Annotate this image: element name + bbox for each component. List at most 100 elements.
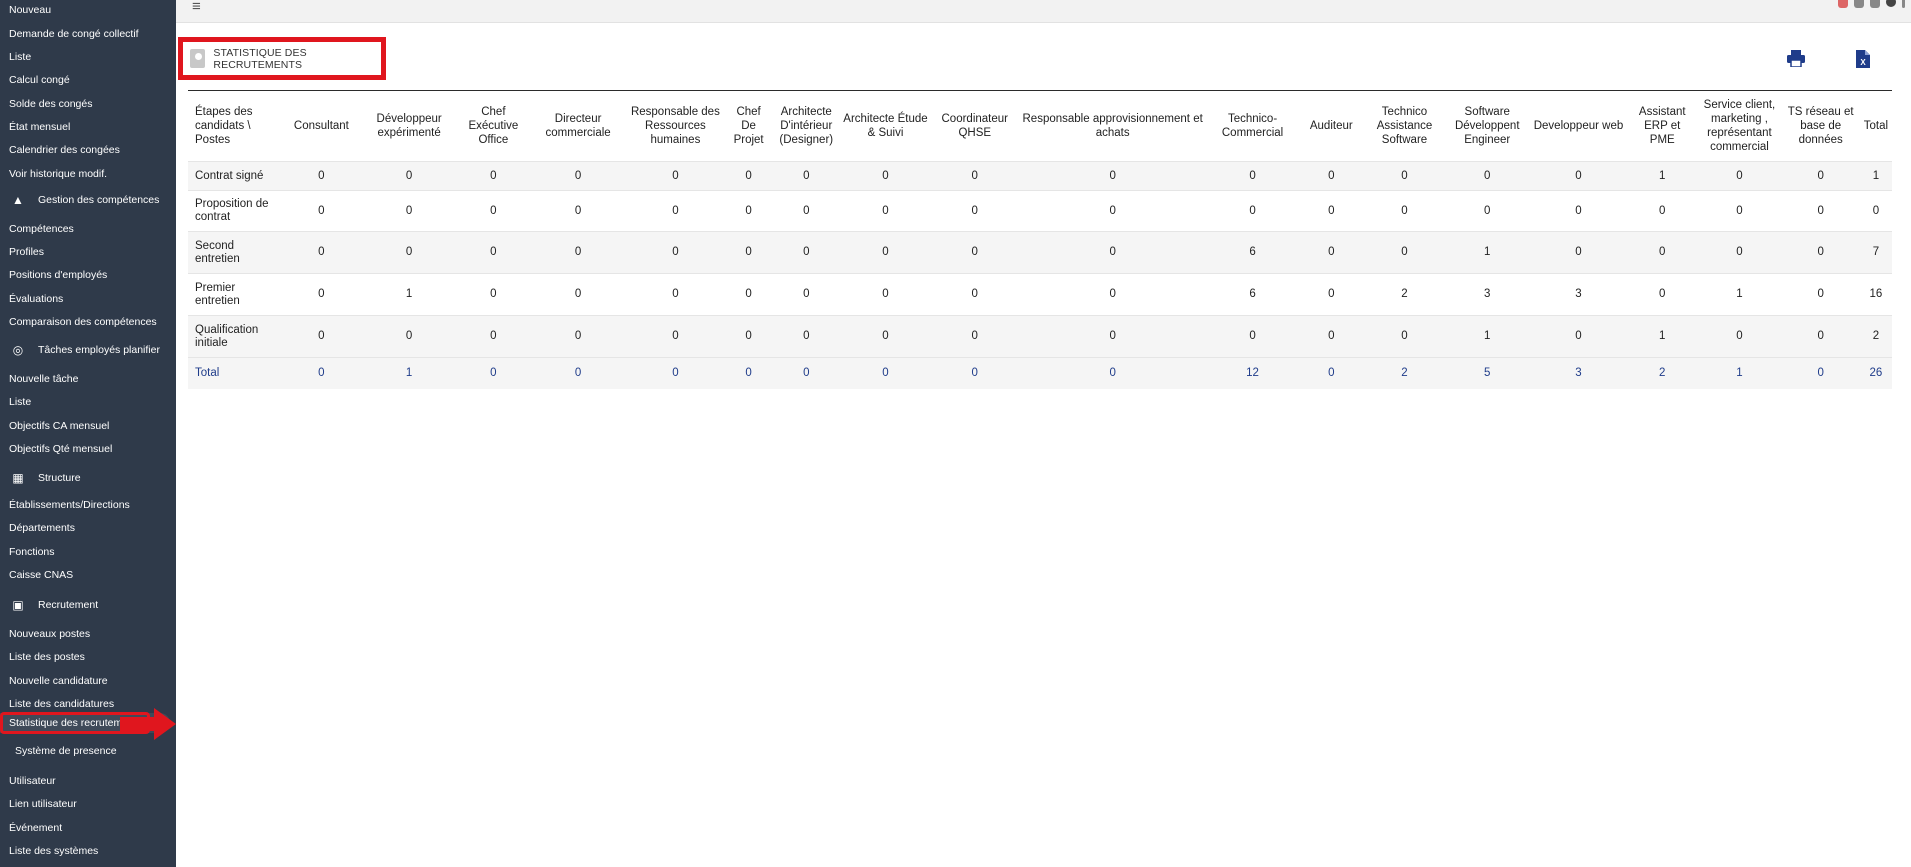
row-stage-label: Proposition de contrat [195, 198, 269, 223]
user-avatar-icon[interactable] [1886, 0, 1896, 7]
table-cell: 0 [574, 204, 582, 217]
notification-icon[interactable] [1838, 0, 1848, 8]
sidebar-item-voir-historique-modif[interactable]: Voir historique modif. [9, 167, 107, 181]
table-cell: 0 [745, 204, 752, 217]
table-cell: 2 [1401, 288, 1408, 300]
sidebar-item-liste-des-postes[interactable]: Liste des postes [9, 650, 85, 664]
table-cell: 0 [882, 246, 889, 258]
table-cell: 7 [1872, 246, 1880, 258]
table-cell: 0 [971, 330, 978, 342]
sidebar-item-profiles[interactable]: Profiles [9, 245, 44, 259]
sidebar-item-positions-d-employes[interactable]: Positions d'employés [9, 268, 107, 282]
sidebar-group-gestion-des-competences[interactable]: ▲ Gestion des compétences [10, 192, 159, 208]
table-cell: 0 [318, 288, 325, 300]
sidebar-item-liste-des-candidatures[interactable]: Liste des candidatures [9, 697, 114, 711]
row-stage-label: Qualification initiale [195, 323, 259, 349]
column-header: Technico-Commercial [1221, 113, 1284, 139]
column-header: Directeur commerciale [545, 113, 611, 139]
message-icon[interactable] [1854, 0, 1864, 8]
table-cell: 0 [803, 288, 810, 300]
table-cell: 3 [1575, 366, 1582, 379]
table-cell: 0 [1401, 246, 1408, 258]
sidebar: Nouveau Demande de congé collectif Liste Ca… [0, 0, 176, 867]
table-cell: 0 [1575, 246, 1582, 258]
table-cell: 0 [1249, 169, 1256, 182]
sidebar-item-utilisateur[interactable]: Utilisateur [9, 774, 56, 788]
sidebar-group-recrutement[interactable]: ▣ Recrutement [10, 597, 98, 613]
table-cell: 0 [405, 169, 413, 182]
table-cell: 0 [574, 246, 582, 258]
print-icon[interactable] [1787, 50, 1805, 67]
table-cell: 0 [490, 204, 497, 217]
table-row: Second entretien 0 0 0 0 0 0 0 0 0 0 6 0 0 1 0 0 0 0 7 [188, 231, 1892, 274]
sidebar-item-liste[interactable]: Liste [9, 395, 31, 409]
sidebar-item-comparaison-des-competences[interactable]: Comparaison des compétences [9, 315, 157, 329]
table-cell: 0 [574, 366, 582, 379]
table-cell: 0 [882, 330, 889, 342]
sidebar-item-liste-des-systemes[interactable]: Liste des systèmes [9, 844, 98, 858]
sidebar-item-nouveau[interactable]: Nouveau [9, 3, 51, 17]
table-cell: 0 [672, 288, 679, 300]
table-header-row: Étapes des candidats \ Postes Consultant D… [188, 90, 1892, 162]
table-cell: 0 [574, 288, 582, 300]
column-header: Coordinateur QHSE [941, 113, 1008, 139]
sidebar-item-objectifs-qte-mensuel[interactable]: Objectifs Qté mensuel [9, 442, 112, 456]
row-stage-label: Total [195, 366, 220, 379]
table-cell: 3 [1575, 288, 1582, 300]
table-cell: 0 [882, 204, 889, 217]
table-cell: 0 [318, 246, 325, 258]
menu-toggle-icon[interactable]: ≡ [192, 0, 201, 15]
table-cell: 0 [1109, 169, 1116, 182]
table-cell: 0 [672, 366, 679, 379]
table-cell: 0 [1328, 330, 1335, 342]
sidebar-item-lien-utilisateur[interactable]: Lien utilisateur [9, 797, 77, 811]
sidebar-item-competences[interactable]: Compétences [9, 222, 74, 236]
table-cell: 6 [1249, 246, 1256, 258]
table-cell: 0 [1736, 169, 1743, 182]
table-cell: 0 [490, 169, 497, 182]
column-header: Chef Exécutive Office [468, 106, 519, 146]
table-cell: 0 [745, 330, 752, 342]
sidebar-item-evaluations[interactable]: Évaluations [9, 292, 63, 306]
top-right-icons [1838, 0, 1905, 10]
sidebar-item-caisse-cnas[interactable]: Caisse CNAS [9, 568, 73, 582]
calendar-icon[interactable] [1870, 0, 1880, 8]
sidebar-item-nouveaux-postes[interactable]: Nouveaux postes [9, 627, 90, 641]
sidebar-item-systeme-de-presence[interactable]: Système de presence [15, 745, 117, 757]
page-title-box: STATISTIQUE DES RECRUTEMENTS [178, 37, 386, 80]
sidebar-group-taches-employes-planifier[interactable]: ◎ Tâches employés planifier [10, 342, 160, 358]
excel-export-icon[interactable]: X [1856, 50, 1870, 68]
table-cell: 0 [1736, 330, 1743, 342]
table-total-row: Total 0 1 0 0 0 0 0 0 0 0 12 0 2 5 3 2 1 0 26 [188, 357, 1892, 389]
sidebar-group-structure[interactable]: ▦ Structure [10, 470, 80, 486]
column-header-stage: Étapes des candidats \ Postes [195, 106, 253, 146]
table-cell: 1 [405, 366, 413, 379]
column-header: Total [1863, 120, 1889, 132]
sidebar-item-fonctions[interactable]: Fonctions [9, 545, 55, 559]
sidebar-item-etat-mensuel[interactable]: État mensuel [9, 120, 70, 134]
table-cell: 0 [971, 169, 978, 182]
sidebar-item-demande-de-conge-collectif[interactable]: Demande de congé collectif [9, 27, 139, 41]
id-badge-icon: ▣ [12, 598, 24, 612]
sidebar-item-nouvelle-candidature[interactable]: Nouvelle candidature [9, 674, 108, 688]
table-row: Contrat signé 0 0 0 0 0 0 0 0 0 0 0 0 0 0 0 1 0 0 1 [188, 161, 1892, 191]
sidebar-item-liste[interactable]: Liste [9, 50, 31, 64]
sidebar-item-nouvelle-tache[interactable]: Nouvelle tâche [9, 372, 78, 386]
sidebar-item-evenement[interactable]: Événement [9, 821, 62, 835]
sidebar-item-etablissements-directions[interactable]: Établissements/Directions [9, 498, 130, 512]
sidebar-item-solde-des-conges[interactable]: Solde des congés [9, 97, 92, 111]
more-icon[interactable] [1902, 0, 1905, 8]
table-cell: 0 [745, 169, 752, 182]
table-row: Premier entretien 0 1 0 0 0 0 0 0 0 0 6 0 2 3 3 0 1 0 16 [188, 273, 1892, 316]
sidebar-item-departements[interactable]: Départements [9, 521, 75, 535]
table-cell: 3 [1484, 288, 1491, 300]
building-icon: ▦ [12, 471, 24, 485]
table-cell: 1 [1872, 169, 1880, 182]
sidebar-item-calcul-conge[interactable]: Calcul congé [9, 73, 70, 87]
table-cell: 0 [490, 366, 497, 379]
sidebar-item-calendrier-des-congees[interactable]: Calendrier des congées [9, 143, 120, 157]
table-cell: 0 [405, 204, 413, 217]
table-cell: 0 [405, 246, 413, 258]
sidebar-item-objectifs-ca-mensuel[interactable]: Objectifs CA mensuel [9, 419, 109, 433]
recruitment-stats-table: Étapes des candidats \ Postes Consultant D… [188, 90, 1892, 389]
